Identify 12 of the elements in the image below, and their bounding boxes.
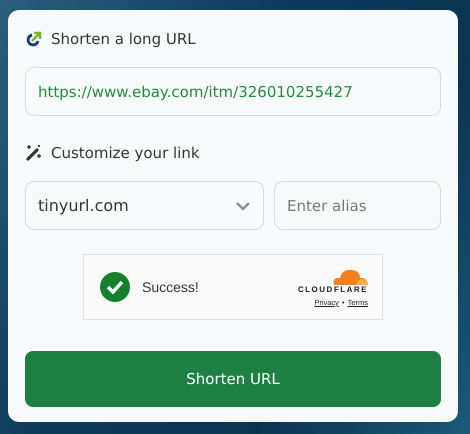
link-icon	[25, 30, 43, 48]
brand-logo-text: CLOUDFLARE	[298, 285, 368, 294]
url-field[interactable]: https://www.ebay.com/itm/326010255427	[25, 67, 441, 116]
alias-field[interactable]: Enter alias	[274, 181, 441, 230]
check-icon	[100, 272, 130, 302]
chevron-down-icon	[235, 200, 251, 210]
magic-wand-icon	[25, 144, 43, 162]
captcha-status: Success!	[142, 279, 200, 295]
section-heading: Customize your link	[51, 144, 200, 162]
domain-dropdown[interactable]: tinyurl.com	[25, 181, 264, 230]
section-heading: Shorten a long URL	[51, 30, 196, 48]
shorten-url-button[interactable]: Shorten URL	[25, 351, 441, 407]
